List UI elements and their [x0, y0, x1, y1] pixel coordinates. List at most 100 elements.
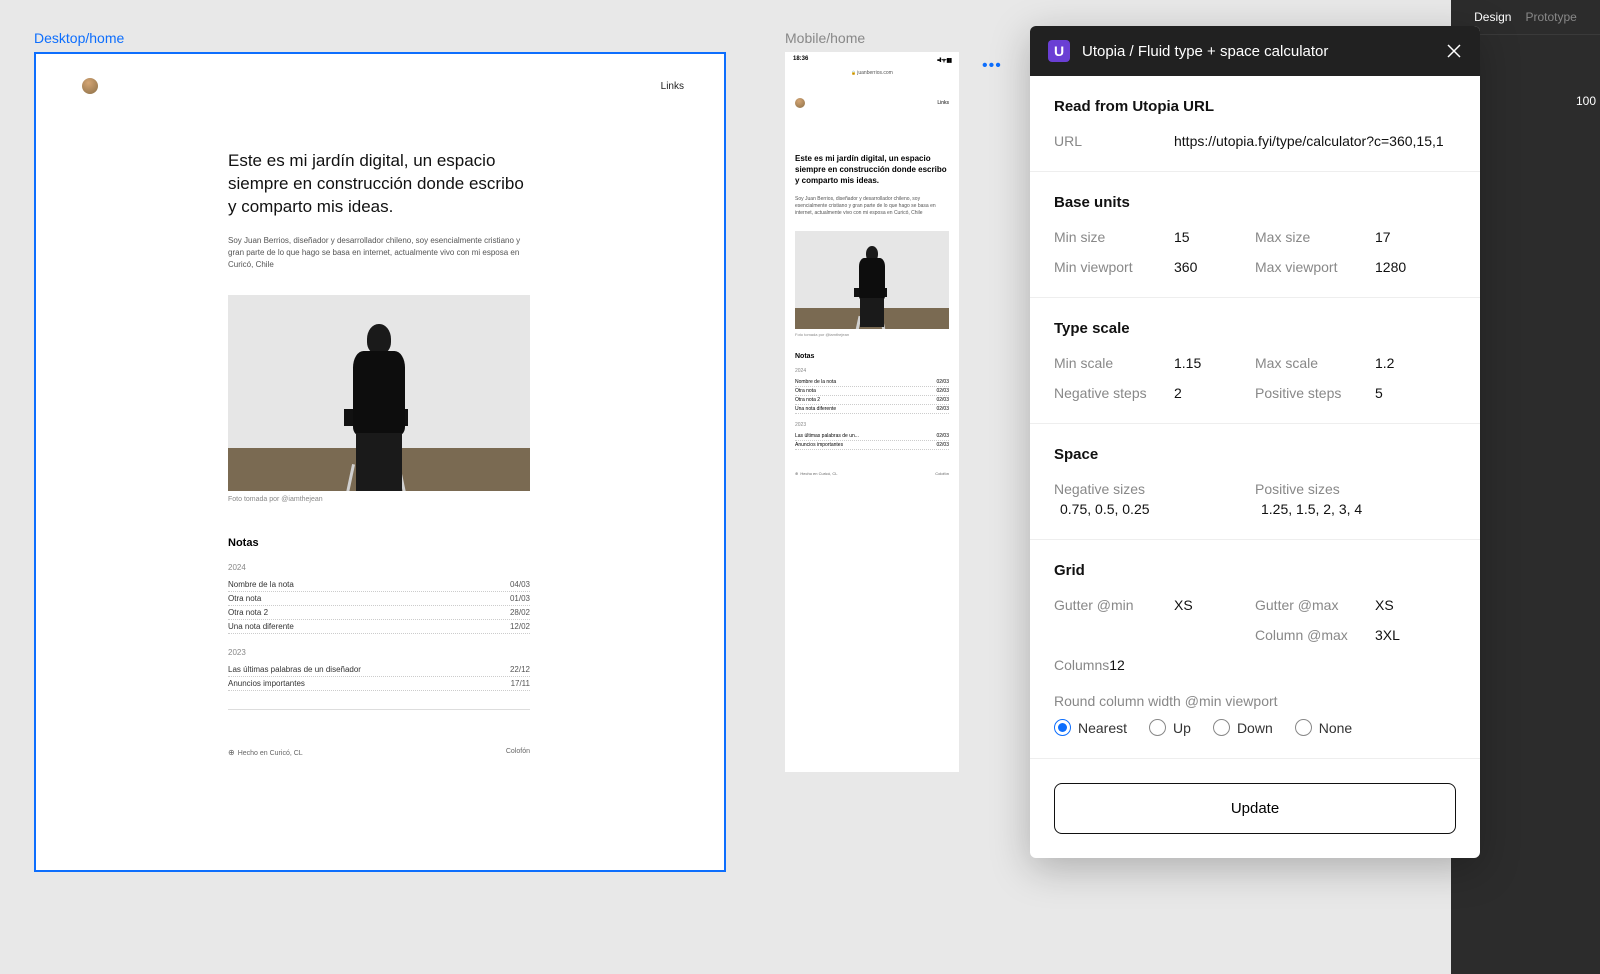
- hero-text: Este es mi jardín digital, un espacio si…: [228, 150, 530, 219]
- positive-sizes-label: Positive sizes: [1255, 481, 1456, 497]
- frame-actions-icon[interactable]: •••: [982, 57, 1002, 75]
- note-date: 02/03: [936, 397, 949, 403]
- note-row[interactable]: Anuncios importantes17/11: [228, 677, 530, 691]
- max-viewport-label: Max viewport: [1255, 259, 1375, 275]
- footer-location: Hecho en Curicó, CL: [795, 471, 838, 476]
- columns-label: Columns: [1054, 657, 1109, 673]
- note-row[interactable]: Las últimas palabras de un...02/03: [795, 432, 949, 441]
- year-heading: 2023: [795, 422, 949, 428]
- positive-steps-label: Positive steps: [1255, 385, 1375, 401]
- plugin-title: Utopia / Fluid type + space calculator: [1082, 43, 1434, 60]
- hero-photo: [228, 295, 530, 491]
- desktop-frame-label[interactable]: Desktop/home: [34, 30, 124, 46]
- radio-none[interactable]: None: [1295, 719, 1352, 736]
- footer-colophon[interactable]: Colofón: [506, 748, 530, 757]
- footer-colophon[interactable]: Colofón: [935, 471, 949, 476]
- max-scale-label: Max scale: [1255, 355, 1375, 371]
- note-title: Otra nota 2: [228, 608, 268, 617]
- nav-links[interactable]: Links: [937, 100, 949, 106]
- url-input[interactable]: https://utopia.fyi/type/calculator?c=360…: [1174, 133, 1444, 149]
- note-title: Nombre de la nota: [795, 379, 836, 385]
- tab-design[interactable]: Design: [1474, 10, 1511, 24]
- note-row[interactable]: Nombre de la nota 04/03: [228, 578, 530, 592]
- year-heading: 2024: [795, 368, 949, 374]
- bio-text: Soy Juan Berrios, diseñador y desarrolla…: [795, 196, 949, 217]
- note-title: Las últimas palabras de un...: [795, 433, 859, 439]
- note-row[interactable]: Otra nota 02/03: [795, 387, 949, 396]
- max-viewport-input[interactable]: 1280: [1375, 259, 1406, 275]
- note-date: 04/03: [510, 580, 530, 589]
- min-scale-label: Min scale: [1054, 355, 1174, 371]
- gutter-min-input[interactable]: XS: [1174, 597, 1193, 613]
- min-size-input[interactable]: 15: [1174, 229, 1190, 245]
- browser-url: juanberrios.com: [785, 68, 959, 81]
- note-row[interactable]: Otra nota 228/02: [228, 606, 530, 620]
- url-label: URL: [1054, 133, 1174, 149]
- note-title: Una nota diferente: [228, 622, 294, 631]
- note-title: Una nota diferente: [795, 406, 836, 412]
- status-bar: 18:36 ••ll ᯤ ▮▮: [785, 52, 959, 68]
- max-size-input[interactable]: 17: [1375, 229, 1391, 245]
- note-row[interactable]: Nombre de la nota02/03: [795, 378, 949, 387]
- note-date: 17/11: [511, 679, 530, 688]
- desktop-frame[interactable]: Links Este es mi jardín digital, un espa…: [34, 52, 726, 872]
- year-heading: 2024: [228, 563, 530, 572]
- column-max-label: Column @max: [1255, 627, 1375, 643]
- radio-nearest[interactable]: Nearest: [1054, 719, 1127, 736]
- columns-input[interactable]: 12: [1109, 657, 1125, 673]
- photo-caption: Foto tomada por @iamthejean: [228, 496, 530, 503]
- hero-text: Este es mi jardín digital, un espacio si…: [795, 154, 949, 186]
- zoom-value[interactable]: 100: [1576, 94, 1596, 108]
- space-heading: Space: [1054, 446, 1456, 463]
- gutter-max-label: Gutter @max: [1255, 597, 1375, 613]
- grid-heading: Grid: [1054, 562, 1456, 579]
- note-row[interactable]: Una nota diferente 12/02: [228, 620, 530, 634]
- nav-links[interactable]: Links: [661, 81, 684, 92]
- note-row[interactable]: Otra nota 202/03: [795, 396, 949, 405]
- bio-text: Soy Juan Berrios, diseñador y desarrolla…: [228, 235, 530, 271]
- note-title: Las últimas palabras de un diseñador: [228, 665, 361, 674]
- note-date: 02/03: [936, 442, 949, 448]
- positive-sizes-input[interactable]: 1.25, 1.5, 2, 3, 4: [1255, 501, 1456, 517]
- min-viewport-input[interactable]: 360: [1174, 259, 1197, 275]
- column-max-input[interactable]: 3XL: [1375, 627, 1400, 643]
- min-scale-input[interactable]: 1.15: [1174, 355, 1201, 371]
- note-row[interactable]: Una nota diferente02/03: [795, 405, 949, 414]
- status-icons: ••ll ᯤ ▮▮: [937, 56, 951, 64]
- negative-steps-input[interactable]: 2: [1174, 385, 1182, 401]
- note-title: Otra nota: [228, 594, 261, 603]
- gutter-min-label: Gutter @min: [1054, 597, 1174, 613]
- gutter-max-input[interactable]: XS: [1375, 597, 1394, 613]
- note-date: 22/12: [510, 665, 530, 674]
- notas-heading: Notas: [795, 353, 949, 360]
- max-size-label: Max size: [1255, 229, 1375, 245]
- avatar: [82, 78, 98, 94]
- mobile-frame[interactable]: 18:36 ••ll ᯤ ▮▮ juanberrios.com Links Es…: [785, 52, 959, 772]
- min-size-label: Min size: [1054, 229, 1174, 245]
- round-label: Round column width @min viewport: [1054, 693, 1456, 709]
- tab-prototype[interactable]: Prototype: [1525, 10, 1576, 24]
- plugin-header[interactable]: U Utopia / Fluid type + space calculator: [1030, 26, 1480, 76]
- radio-up[interactable]: Up: [1149, 719, 1191, 736]
- note-title: Nombre de la nota: [228, 580, 294, 589]
- photo-caption: Foto tomada por @iamthejean: [795, 332, 949, 337]
- plugin-panel: U Utopia / Fluid type + space calculator…: [1030, 26, 1480, 858]
- radio-down[interactable]: Down: [1213, 719, 1273, 736]
- close-icon[interactable]: [1446, 43, 1462, 59]
- note-date: 02/03: [936, 388, 949, 394]
- note-row[interactable]: Otra nota01/03: [228, 592, 530, 606]
- note-row[interactable]: Las últimas palabras de un diseñador 22/1…: [228, 663, 530, 677]
- note-row[interactable]: Anuncios importantes 02/03: [795, 441, 949, 450]
- note-title: Otra nota: [795, 388, 816, 394]
- negative-steps-label: Negative steps: [1054, 385, 1174, 401]
- positive-steps-input[interactable]: 5: [1375, 385, 1383, 401]
- max-scale-input[interactable]: 1.2: [1375, 355, 1394, 371]
- base-units-heading: Base units: [1054, 194, 1456, 211]
- negative-sizes-input[interactable]: 0.75, 0.5, 0.25: [1054, 501, 1255, 517]
- url-section-heading: Read from Utopia URL: [1054, 98, 1456, 115]
- mobile-frame-label[interactable]: Mobile/home: [785, 30, 865, 46]
- note-date: 12/02: [510, 622, 530, 631]
- note-title: Anuncios importantes: [795, 442, 843, 448]
- update-button[interactable]: Update: [1054, 783, 1456, 834]
- min-viewport-label: Min viewport: [1054, 259, 1174, 275]
